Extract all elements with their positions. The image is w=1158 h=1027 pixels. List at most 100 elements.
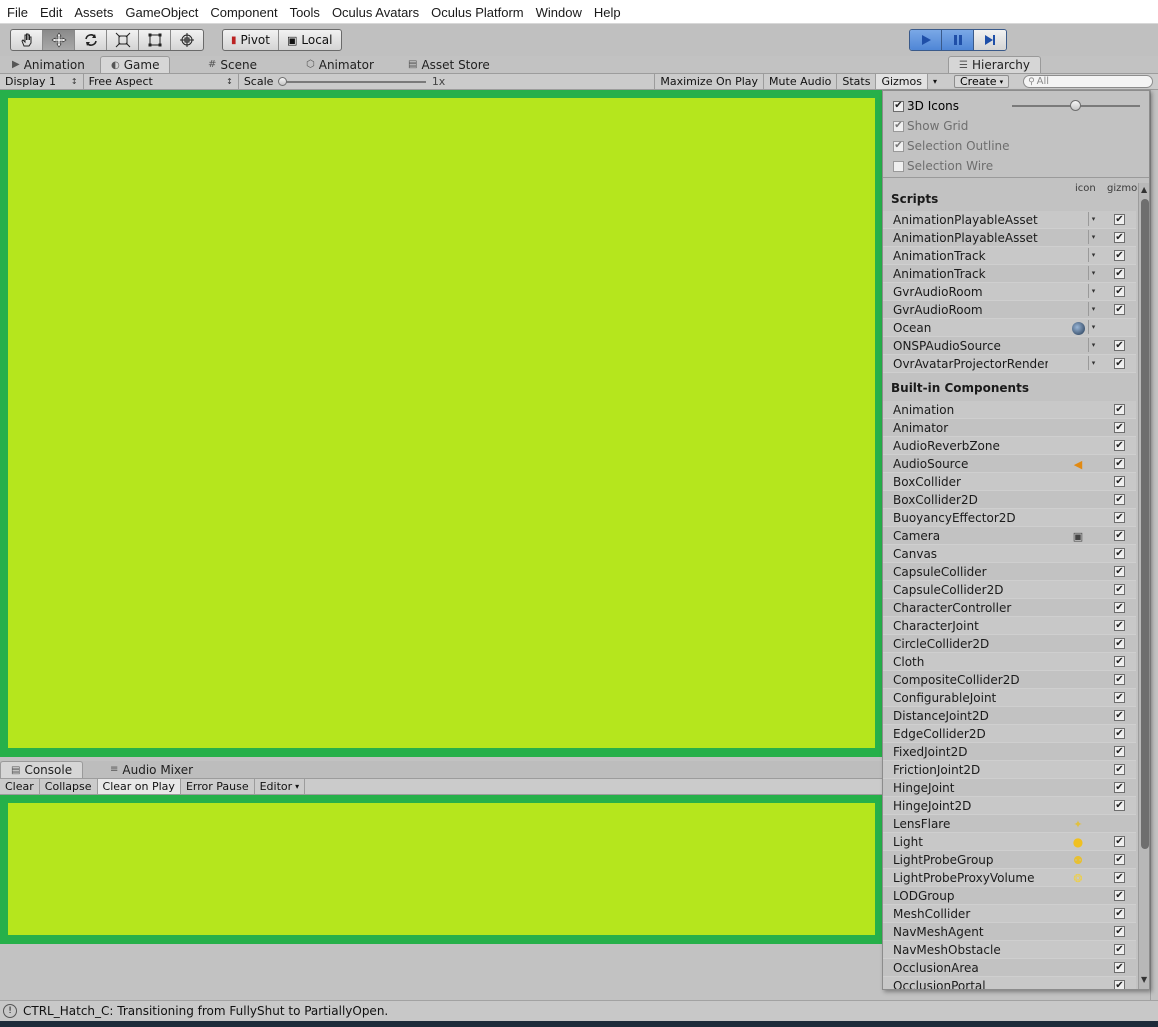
icon-dropdown-chevron-icon[interactable]: ▾ [1088,302,1098,316]
speaker-icon[interactable]: ◀ [1071,457,1085,471]
game-canvas[interactable] [8,98,875,748]
move-tool-icon[interactable] [43,30,75,50]
tab-audio-mixer[interactable]: ≡ Audio Mixer [100,761,203,778]
checkbox[interactable]: ✔ [893,100,904,112]
menu-tools[interactable]: Tools [284,0,326,24]
icon-size-slider-thumb[interactable] [1070,100,1081,111]
mute-audio-button[interactable]: Mute Audio [764,74,838,89]
clear-button[interactable]: Clear [0,779,40,794]
gizmo-row[interactable]: AnimationTrack ▾ ✔ [883,247,1136,265]
gizmo-checkbox[interactable]: ✔ [1114,890,1125,901]
gizmo-checkbox[interactable]: ✔ [1114,548,1125,559]
gizmo-checkbox[interactable]: ✔ [1114,358,1125,369]
console-view[interactable] [0,795,884,944]
gizmo-checkbox[interactable]: ✔ [1114,214,1125,225]
gizmo-row[interactable]: EdgeCollider2D ✔ [883,725,1136,743]
gizmo-checkbox[interactable]: ✔ [1114,268,1125,279]
gizmo-row[interactable]: CapsuleCollider ✔ [883,563,1136,581]
gizmo-row[interactable]: Ocean ▾ [883,319,1136,337]
play-icon[interactable] [910,30,942,50]
gizmo-row[interactable]: LightProbeGroup ⚉ ✔ [883,851,1136,869]
gizmo-row[interactable]: OcclusionPortal ✔ [883,977,1136,989]
hierarchy-search-input[interactable]: ⚲ All [1023,75,1154,88]
gizmo-row[interactable]: DistanceJoint2D ✔ [883,707,1136,725]
transform-tool-icon[interactable] [171,30,203,50]
gizmo-checkbox[interactable]: ✔ [1114,530,1125,541]
gizmo-checkbox[interactable]: ✔ [1114,926,1125,937]
gizmo-row[interactable]: Camera ▣ ✔ [883,527,1136,545]
gizmo-row[interactable]: Animator ✔ [883,419,1136,437]
gizmo-row[interactable]: ONSPAudioSource ▾ ✔ [883,337,1136,355]
gizmo-row[interactable]: FrictionJoint2D ✔ [883,761,1136,779]
gizmo-checkbox[interactable]: ✔ [1114,476,1125,487]
menu-window[interactable]: Window [530,0,588,24]
gizmo-row[interactable]: AnimationPlayableAsset ▾ ✔ [883,211,1136,229]
gizmo-row[interactable]: HingeJoint ✔ [883,779,1136,797]
gizmo-row[interactable]: HingeJoint2D ✔ [883,797,1136,815]
camera-icon[interactable]: ▣ [1071,529,1085,543]
gizmo-checkbox[interactable]: ✔ [1114,908,1125,919]
gizmo-row[interactable]: CharacterJoint ✔ [883,617,1136,635]
icon-dropdown-chevron-icon[interactable]: ▾ [1088,338,1098,352]
icon-dropdown-chevron-icon[interactable]: ▾ [1088,284,1098,298]
gizmo-checkbox[interactable]: ✔ [1114,584,1125,595]
gizmo-checkbox[interactable]: ✔ [1114,944,1125,955]
gizmo-row[interactable]: Animation ✔ [883,401,1136,419]
gizmo-row[interactable]: CircleCollider2D ✔ [883,635,1136,653]
menu-edit[interactable]: Edit [34,0,68,24]
tab-animator[interactable]: ⬡ Animator [296,56,384,73]
tab-animation[interactable]: ▶ Animation [2,56,95,73]
gizmo-checkbox[interactable]: ✔ [1114,304,1125,315]
gizmo-checkbox[interactable]: ✔ [1114,962,1125,973]
menu-help[interactable]: Help [588,0,627,24]
gizmo-row[interactable]: NavMeshObstacle ✔ [883,941,1136,959]
gizmo-checkbox[interactable]: ✔ [1114,674,1125,685]
gizmo-checkbox[interactable]: ✔ [1114,286,1125,297]
gizmo-row[interactable]: AnimationPlayableAsset ▾ ✔ [883,229,1136,247]
gizmo-checkbox[interactable]: ✔ [1114,764,1125,775]
gizmo-row[interactable]: LightProbeProxyVolume ❂ ✔ [883,869,1136,887]
gizmo-checkbox[interactable]: ✔ [1114,692,1125,703]
gizmo-list-scrollbar[interactable]: ▲ ▼ [1138,183,1149,989]
gizmo-row[interactable]: CharacterController ✔ [883,599,1136,617]
scale-tool-icon[interactable] [107,30,139,50]
tab-game[interactable]: ◐ Game [100,56,171,73]
scroll-down-icon[interactable]: ▼ [1141,975,1147,984]
gizmo-checkbox[interactable]: ✔ [1114,728,1125,739]
error-pause-button[interactable]: Error Pause [181,779,255,794]
pivot-toggle[interactable]: ▮ Pivot [223,30,279,50]
gizmo-row[interactable]: GvrAudioRoom ▾ ✔ [883,283,1136,301]
gizmo-checkbox[interactable]: ✔ [1114,836,1125,847]
gizmo-row[interactable]: BoxCollider2D ✔ [883,491,1136,509]
gizmo-row[interactable]: OcclusionArea ✔ [883,959,1136,977]
gizmo-checkbox[interactable]: ✔ [1114,782,1125,793]
console-log-area[interactable] [8,803,875,935]
gizmo-checkbox[interactable]: ✔ [1114,638,1125,649]
gizmo-checkbox[interactable]: ✔ [1114,340,1125,351]
lightbulb-icon[interactable]: ● [1071,835,1085,849]
gizmo-checkbox[interactable]: ✔ [1114,872,1125,883]
gizmo-row[interactable]: LODGroup ✔ [883,887,1136,905]
rotate-tool-icon[interactable] [75,30,107,50]
gizmo-row[interactable]: NavMeshAgent ✔ [883,923,1136,941]
gizmo-row[interactable]: OvrAvatarProjectorRender ▾ ✔ [883,355,1136,373]
menu-oculus-avatars[interactable]: Oculus Avatars [326,0,425,24]
gizmo-row[interactable]: Light ● ✔ [883,833,1136,851]
aspect-dropdown[interactable]: Free Aspect [84,74,239,89]
gizmo-checkbox[interactable]: ✔ [1114,800,1125,811]
icon-dropdown-chevron-icon[interactable]: ▾ [1088,212,1098,226]
tab-scene[interactable]: # Scene [198,56,267,73]
game-view[interactable] [0,90,884,757]
gizmo-row[interactable]: BoxCollider ✔ [883,473,1136,491]
proxyvolume-icon[interactable]: ❂ [1071,871,1085,885]
icon-dropdown-chevron-icon[interactable]: ▾ [1088,266,1098,280]
gizmo-checkbox[interactable]: ✔ [1114,512,1125,523]
gizmo-checkbox[interactable]: ✔ [1114,232,1125,243]
option-3d-icons[interactable]: ✔ 3D Icons [893,98,959,114]
ocean-icon[interactable] [1071,321,1085,335]
collapse-button[interactable]: Collapse [40,779,98,794]
icon-dropdown-chevron-icon[interactable]: ▾ [1088,230,1098,244]
gizmo-checkbox[interactable]: ✔ [1114,854,1125,865]
gizmo-row[interactable]: CapsuleCollider2D ✔ [883,581,1136,599]
gizmo-checkbox[interactable]: ✔ [1114,656,1125,667]
